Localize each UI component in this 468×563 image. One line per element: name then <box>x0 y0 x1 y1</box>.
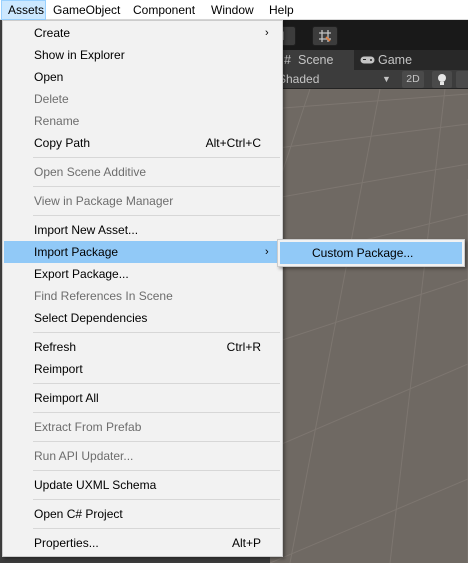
menu-item-label: Refresh <box>34 340 77 354</box>
menu-item-label: Custom Package... <box>312 246 414 260</box>
menu-item-label: Import Package <box>34 245 119 259</box>
menu-item-view-in-package-manager: View in Package Manager <box>4 190 281 212</box>
menu-item-delete: Delete <box>4 88 281 110</box>
menu-separator <box>33 441 280 442</box>
menu-gameobject[interactable]: GameObject <box>47 0 126 20</box>
menu-item-properties[interactable]: Properties... Alt+P <box>4 532 281 554</box>
chevron-right-icon: › <box>265 246 269 258</box>
menu-separator <box>33 528 280 529</box>
menu-item-label: Delete <box>34 92 69 106</box>
menu-item-import-new-asset[interactable]: Import New Asset... <box>4 219 281 241</box>
tab-game-label: Game <box>378 53 413 67</box>
menu-item-label: View in Package Manager <box>34 194 174 208</box>
menu-item-open-scene-additive: Open Scene Additive <box>4 161 281 183</box>
menu-separator <box>33 215 280 216</box>
menu-item-reimport-all[interactable]: Reimport All <box>4 387 281 409</box>
menu-item-label: Create <box>34 26 71 40</box>
menu-separator <box>33 383 280 384</box>
menu-item-label: Update UXML Schema <box>34 478 157 492</box>
main-toolbar <box>270 20 468 50</box>
menu-help[interactable]: Help <box>263 0 300 20</box>
grid-snap-button[interactable] <box>312 26 338 46</box>
audio-toggle[interactable] <box>456 71 468 88</box>
scene-grid <box>270 89 468 563</box>
menu-item-label: Select Dependencies <box>34 311 148 325</box>
menu-item-update-uxml-schema[interactable]: Update UXML Schema <box>4 474 281 496</box>
menu-item-open[interactable]: Open <box>4 66 281 88</box>
menu-item-label: Reimport All <box>34 391 99 405</box>
assets-menu: Create › Show in Explorer Open Delete Re… <box>2 20 283 557</box>
menu-separator <box>33 332 280 333</box>
lightbulb-icon <box>438 74 446 85</box>
menu-item-select-dependencies[interactable]: Select Dependencies <box>4 307 281 329</box>
lighting-toggle[interactable] <box>432 71 452 88</box>
shading-mode-dropdown[interactable]: Shaded ▼ <box>278 70 391 89</box>
menu-item-label: Import New Asset... <box>34 223 139 237</box>
menu-item-label: Find References In Scene <box>34 289 173 303</box>
menu-separator <box>33 186 280 187</box>
menu-item-extract-from-prefab: Extract From Prefab <box>4 416 281 438</box>
shading-mode-label: Shaded <box>278 72 320 86</box>
mode-2d-label: 2D <box>406 73 420 85</box>
chevron-down-icon: ▼ <box>382 74 391 84</box>
menu-item-run-api-updater: Run API Updater... <box>4 445 281 467</box>
menu-item-show-in-explorer[interactable]: Show in Explorer <box>4 44 281 66</box>
menu-item-label: Run API Updater... <box>34 449 134 463</box>
tab-scene-label: Scene <box>298 53 334 67</box>
menu-item-label: Open C# Project <box>34 507 123 521</box>
menu-item-label: Show in Explorer <box>34 48 125 62</box>
menu-item-label: Export Package... <box>34 267 129 281</box>
menu-item-label: Open <box>34 70 64 84</box>
menu-item-reimport[interactable]: Reimport <box>4 358 281 380</box>
menu-item-copy-path[interactable]: Copy Path Alt+Ctrl+C <box>4 132 281 154</box>
menu-item-custom-package[interactable]: Custom Package... <box>280 242 462 264</box>
menu-item-label: Extract From Prefab <box>34 420 142 434</box>
scene-view[interactable] <box>270 89 468 563</box>
menu-assets[interactable]: Assets <box>1 0 46 20</box>
tab-scene[interactable]: # Scene <box>280 50 354 70</box>
grid-snap-icon <box>319 30 331 42</box>
menu-item-open-csharp-project[interactable]: Open C# Project <box>4 503 281 525</box>
menu-item-shortcut: Alt+Ctrl+C <box>205 136 261 150</box>
menu-component[interactable]: Component <box>127 0 201 20</box>
mode-2d-toggle[interactable]: 2D <box>402 71 424 88</box>
menu-item-label: Rename <box>34 114 80 128</box>
menu-separator <box>33 412 280 413</box>
menu-item-label: Open Scene Additive <box>34 165 147 179</box>
chevron-right-icon: › <box>265 27 269 39</box>
menu-item-label: Reimport <box>34 362 83 376</box>
menu-item-label: Copy Path <box>34 136 91 150</box>
menu-item-refresh[interactable]: Refresh Ctrl+R <box>4 336 281 358</box>
menu-item-find-references-in-scene: Find References In Scene <box>4 285 281 307</box>
gamepad-icon <box>360 56 375 64</box>
hash-grid-icon: # <box>284 53 291 67</box>
menu-item-shortcut: Ctrl+R <box>226 340 261 354</box>
import-package-submenu: Custom Package... <box>277 239 465 267</box>
menu-item-export-package[interactable]: Export Package... <box>4 263 281 285</box>
menu-separator <box>33 470 280 471</box>
menu-item-rename: Rename <box>4 110 281 132</box>
menu-item-import-package[interactable]: Import Package › <box>4 241 281 263</box>
menubar: Assets GameObject Component Window Help <box>0 0 468 20</box>
menu-item-label: Properties... <box>34 536 99 550</box>
menu-separator <box>33 157 280 158</box>
menu-item-create[interactable]: Create › <box>4 22 281 44</box>
tab-game[interactable]: Game <box>356 50 416 70</box>
menu-item-shortcut: Alt+P <box>231 536 261 550</box>
menu-window[interactable]: Window <box>205 0 260 20</box>
menu-separator <box>33 499 280 500</box>
